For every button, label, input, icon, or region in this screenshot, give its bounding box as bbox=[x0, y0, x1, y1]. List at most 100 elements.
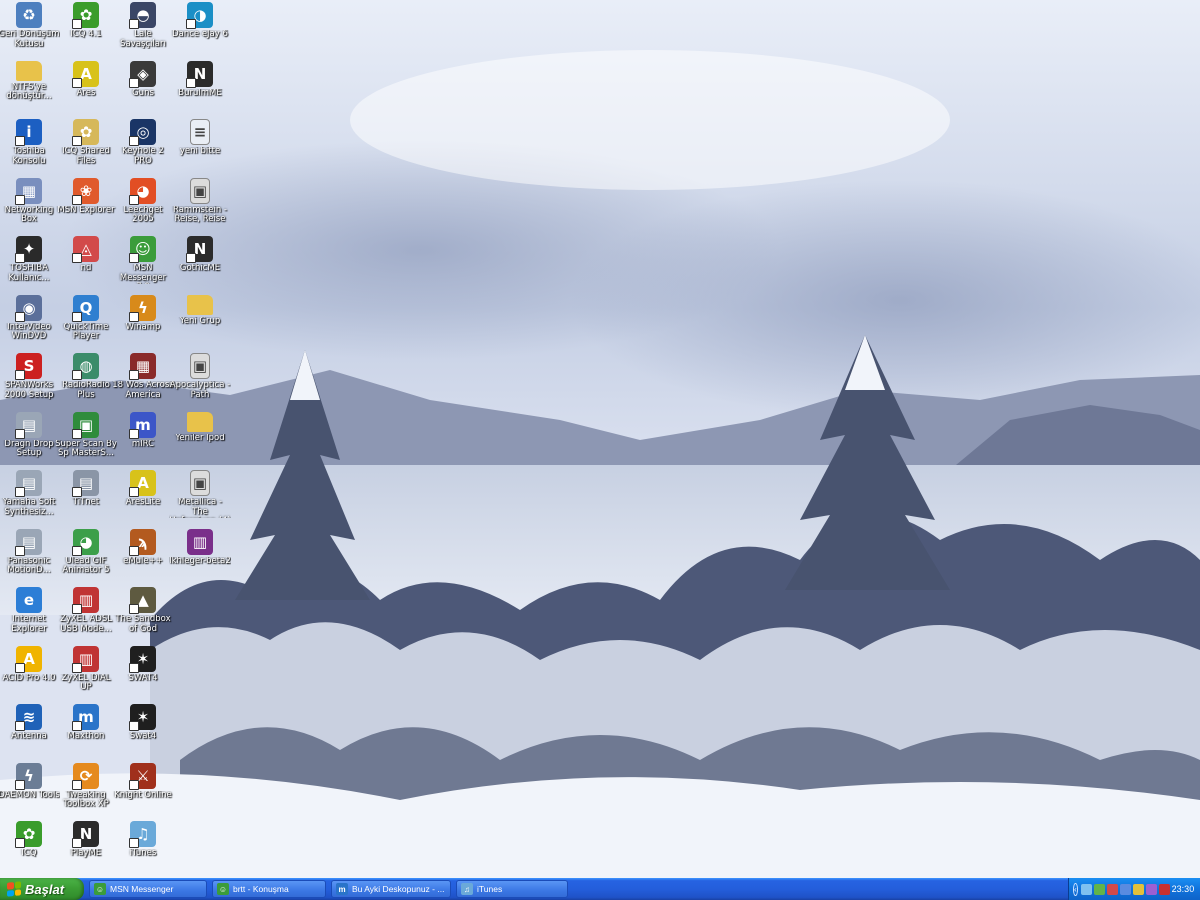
desktop-shortcut[interactable]: ♻ Geri Dönüşüm Kutusu bbox=[0, 2, 60, 58]
desktop-shortcut[interactable]: ◑ Dance eJay 6 bbox=[171, 2, 229, 58]
game-icon: ▦ bbox=[129, 353, 156, 380]
desktop-shortcut[interactable]: ⟳ Tweaking Toolbox XP bbox=[57, 762, 115, 819]
taskbar-window-button[interactable]: ☺ brtt - Konuşma bbox=[212, 880, 326, 898]
desktop-shortcut[interactable]: ϟ Winamp bbox=[114, 294, 172, 351]
desktop-shortcut[interactable]: ϡ eMule++ bbox=[114, 528, 172, 585]
winrar-icon: ▥ bbox=[187, 528, 213, 555]
desktop-shortcut[interactable]: Yeniler Ipod bbox=[171, 411, 229, 468]
desktop-shortcut-label: Dragn Drop Setup bbox=[4, 439, 54, 458]
tray-app-icon[interactable] bbox=[1119, 883, 1131, 895]
start-button[interactable]: Başlat bbox=[0, 878, 84, 900]
desktop-shortcut[interactable]: A AresLite bbox=[114, 470, 172, 526]
desktop-shortcut[interactable]: ✶ SWAT4 bbox=[114, 645, 172, 702]
desktop-shortcut[interactable]: ✶ Swat4 bbox=[114, 704, 172, 760]
desktop-shortcut[interactable]: ◎ Keyhole 2 PRO bbox=[114, 119, 172, 175]
desktop-shortcut[interactable]: ≋ Antenna bbox=[0, 704, 58, 760]
desktop-shortcut[interactable]: ▣ Rammstein - Reise, Reise bbox=[171, 177, 229, 234]
desktop-shortcut[interactable]: ▣ Super Scan By Sp MasterS... bbox=[55, 411, 117, 468]
desktop-shortcut[interactable]: ◓ Lale Savaşçıları bbox=[114, 2, 172, 58]
taskbar-window-button[interactable]: m Bu Ayki Deskopunuz - ... bbox=[331, 880, 451, 898]
desktop-shortcut[interactable]: ◉ InterVideo WinDVD bbox=[0, 294, 58, 351]
clock[interactable]: 23:30 bbox=[1172, 884, 1195, 894]
desktop-shortcut-label: Swat4 bbox=[129, 732, 157, 741]
desktop-shortcut[interactable]: ✿ ICQ bbox=[0, 821, 58, 877]
desktop-shortcut[interactable]: ❀ MSN Explorer bbox=[57, 177, 115, 234]
desktop-shortcut[interactable]: N BurulmME bbox=[171, 60, 229, 117]
desktop-shortcut[interactable]: ✿ ICQ 4.1 bbox=[57, 2, 115, 58]
desktop-shortcut[interactable]: ▥ lkhleger-beta2 bbox=[169, 528, 231, 585]
msn-butterfly-icon: ❀ bbox=[72, 177, 99, 205]
taskbar-button-label: Bu Ayki Deskopunuz - ... bbox=[352, 884, 445, 894]
desktop-shortcut[interactable]: ♫ iTunes bbox=[114, 821, 172, 877]
desktop-shortcut[interactable]: ✿ ICQ Shared Files bbox=[57, 119, 115, 175]
desktop-shortcut-label: lkhleger-beta2 bbox=[169, 556, 231, 566]
desktop-shortcut-label: mIRC bbox=[131, 439, 155, 449]
desktop-shortcut[interactable]: ☺MSN Messenger 7.0 bbox=[114, 236, 172, 292]
desktop-shortcut-label: ZyXEL ADSL USB Mode... bbox=[60, 615, 112, 634]
desktop-shortcut[interactable]: ▤ Yamaha Soft Synthesiz... bbox=[0, 470, 58, 526]
tray-app-icon[interactable] bbox=[1106, 883, 1118, 895]
desktop-shortcut[interactable]: ◕ Leechget 2005 bbox=[114, 177, 172, 234]
desktop-shortcut[interactable]: m Maxthon bbox=[57, 704, 115, 760]
taskbar-window-button[interactable]: ♫ iTunes bbox=[456, 880, 568, 898]
desktop-shortcut[interactable]: A Ares bbox=[57, 60, 115, 117]
tray-app-icon[interactable] bbox=[1145, 883, 1157, 895]
desktop-shortcut[interactable]: ◬ nd bbox=[57, 236, 115, 292]
desktop-shortcut-label: Ulead GIF Animator 5 bbox=[62, 556, 110, 575]
desktop-shortcut[interactable]: ▤ Dragn Drop Setup bbox=[0, 411, 58, 468]
desktop-shortcut[interactable]: i Toshiba Konsolu bbox=[0, 119, 58, 175]
desktop-shortcut[interactable]: S SPANWorks 2000 Setup bbox=[0, 353, 58, 409]
swat-icon: ✶ bbox=[129, 645, 156, 673]
desktop-shortcut-label: eMule++ bbox=[123, 556, 163, 566]
conversation-icon: ☺ bbox=[217, 883, 229, 895]
desktop-shortcut[interactable]: ▥ ZyXEL ADSL USB Mode... bbox=[57, 587, 115, 643]
knight-online-icon: ⚔ bbox=[129, 762, 156, 790]
tray-app-icon[interactable] bbox=[1132, 883, 1144, 895]
desktop-shortcut[interactable]: ▣Metallica - The Unforgiven (4) bbox=[169, 470, 231, 526]
desktop-shortcut[interactable]: ▣ Apocalyptica - Path bbox=[170, 353, 230, 409]
desktop-shortcut[interactable]: Yeni Grup bbox=[171, 294, 229, 351]
desktop-shortcut[interactable]: ✦ TOSHIBA Kullanıc... bbox=[0, 236, 58, 292]
setup-icon: ▤ bbox=[15, 528, 42, 556]
desktop-shortcut[interactable]: e Internet Explorer bbox=[0, 587, 58, 643]
desktop-shortcut[interactable]: ⚔ Knight Online bbox=[114, 762, 172, 819]
desktop-shortcut[interactable]: ϟ DAEMON Tools bbox=[0, 762, 60, 819]
ulead-gif-icon: ◕ bbox=[72, 528, 99, 556]
tray-app-icon[interactable] bbox=[1158, 883, 1170, 895]
desktop-shortcut-label: nd bbox=[80, 264, 92, 273]
logo-pane bbox=[7, 882, 14, 890]
desktop-shortcut[interactable]: N PlayME bbox=[57, 821, 115, 877]
desktop-shortcut[interactable]: ▦ 18 Wos Across America bbox=[112, 353, 174, 409]
desktop-shortcut[interactable]: NTFS'ye dönüştür... bbox=[0, 60, 58, 117]
tray-app-icon[interactable] bbox=[1080, 883, 1092, 895]
desktop-shortcut-label: SWAT4 bbox=[128, 673, 158, 683]
desktop-shortcut-label: QuickTime Player bbox=[63, 322, 109, 341]
tray-app-icon[interactable] bbox=[1093, 883, 1105, 895]
desktop-shortcut[interactable]: N GothicME bbox=[171, 236, 229, 292]
desktop-shortcut[interactable]: m mIRC bbox=[114, 411, 172, 468]
desktop-shortcut[interactable]: ▦ Networking Box bbox=[0, 177, 58, 234]
desktop-shortcut[interactable]: ◕ Ulead GIF Animator 5 bbox=[57, 528, 115, 585]
desktop-shortcut-label: NTFS'ye dönüştür... bbox=[6, 82, 52, 101]
playme-icon: N bbox=[72, 821, 99, 848]
desktop-shortcut[interactable]: ▤ Panasonic MotionD... bbox=[0, 528, 58, 585]
itunes-icon: ♫ bbox=[461, 883, 473, 895]
desktop-shortcut[interactable]: ◈ Guns bbox=[114, 60, 172, 117]
desktop-shortcut[interactable]: ◍ RadioRadio Plus bbox=[57, 353, 115, 409]
desktop-shortcut[interactable]: Q QuickTime Player bbox=[57, 294, 115, 351]
desktop-shortcut[interactable]: ▥ ZyXEL DIAL UP bbox=[57, 645, 115, 702]
daemon-tools-icon: ϟ bbox=[15, 762, 42, 790]
icq-flower-icon: ✿ bbox=[72, 2, 99, 29]
desktop-shortcut-label: ZyXEL DIAL UP bbox=[61, 673, 111, 692]
desktop-shortcut[interactable]: ▲ The Sandbox of God bbox=[114, 587, 172, 643]
winamp-icon: ϟ bbox=[129, 294, 156, 322]
taskbar-window-button[interactable]: ☺ MSN Messenger bbox=[89, 880, 207, 898]
desktop-shortcut-label: Networking Box bbox=[4, 205, 54, 224]
desktop-shortcut[interactable]: ≡ yeni bitte bbox=[171, 119, 229, 175]
ejay-icon: ◑ bbox=[186, 2, 213, 29]
show-hidden-icons-button[interactable]: ‹ bbox=[1073, 882, 1078, 896]
desktop-shortcut[interactable]: ▤ TiTnet bbox=[57, 470, 115, 526]
media-file-icon: ▣ bbox=[190, 470, 210, 496]
desktop-shortcut[interactable]: A ACID Pro 4.0 bbox=[0, 645, 58, 702]
media-file-icon: ▣ bbox=[190, 177, 210, 204]
